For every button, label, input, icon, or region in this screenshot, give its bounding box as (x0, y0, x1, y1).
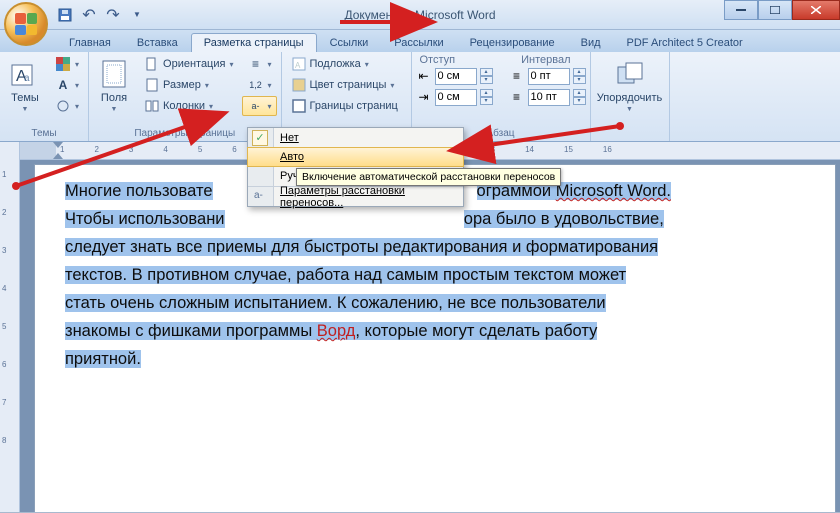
title-bar: ↶ ↷ ▼ Документ1 - Microsoft Word (0, 0, 840, 30)
themes-button[interactable]: Aa Темы ▼ (4, 54, 46, 127)
undo-icon[interactable]: ↶ (80, 6, 98, 24)
tab-view[interactable]: Вид (568, 33, 614, 52)
breaks-icon: ≡ (247, 56, 263, 72)
colors-icon (55, 56, 71, 72)
hyphenation-button[interactable]: a-▾ (242, 96, 276, 116)
themes-icon: Aa (9, 58, 41, 90)
space-after-icon: ≡ (509, 89, 525, 105)
theme-effects-button[interactable]: ▾ (50, 96, 84, 116)
indent-left-icon: ⇤ (416, 68, 432, 84)
redo-icon[interactable]: ↷ (104, 6, 122, 24)
breaks-button[interactable]: ≡▾ (242, 54, 276, 74)
dropdown-item-none[interactable]: ✓ Нет (248, 128, 463, 148)
group-label-arrange (595, 138, 665, 141)
line-numbers-icon: 1,2 (247, 77, 263, 93)
theme-fonts-button[interactable]: A▾ (50, 75, 84, 95)
hyphenation-options-icon: a- (254, 190, 268, 204)
space-after-spinner[interactable]: ≡▴▾ (509, 87, 586, 107)
minimize-button[interactable] (724, 0, 758, 20)
space-before-spinner[interactable]: ≡▴▾ (509, 66, 586, 86)
office-button[interactable] (4, 2, 48, 46)
orientation-icon (144, 56, 160, 72)
qat-dropdown-icon[interactable]: ▼ (128, 6, 146, 24)
spacing-label: Интервал (521, 54, 570, 66)
document-page[interactable]: Многие пользоватеxxxxxxxxxxxxxxxxxxxxxxx… (34, 164, 836, 512)
page-borders-icon (291, 98, 307, 114)
ribbon-tabs: Главная Вставка Разметка страницы Ссылки… (0, 30, 840, 52)
tab-review[interactable]: Рецензирование (457, 33, 568, 52)
indent-left-spinner[interactable]: ⇤▴▾ (416, 66, 493, 86)
tab-insert[interactable]: Вставка (124, 33, 191, 52)
size-button[interactable]: Размер▾ (139, 75, 238, 95)
quick-access-toolbar: ↶ ↷ ▼ (56, 6, 146, 24)
size-icon (144, 77, 160, 93)
line-numbers-button[interactable]: 1,2▾ (242, 75, 276, 95)
watermark-button[interactable]: AПодложка▾ (286, 54, 403, 74)
page-color-button[interactable]: Цвет страницы▾ (286, 75, 403, 95)
tab-pdf[interactable]: PDF Architect 5 Creator (614, 33, 756, 52)
close-button[interactable] (792, 0, 840, 20)
hyphenation-icon: a- (247, 98, 263, 114)
tab-mailings[interactable]: Рассылки (381, 33, 456, 52)
indent-right-icon: ⇥ (416, 89, 432, 105)
tooltip: Включение автоматической расстановки пер… (296, 168, 561, 186)
margins-icon (98, 58, 130, 90)
watermark-icon: A (291, 56, 307, 72)
fonts-icon: A (55, 77, 71, 93)
effects-icon (55, 98, 71, 114)
maximize-button[interactable] (758, 0, 792, 20)
space-before-icon: ≡ (509, 68, 525, 84)
tab-home[interactable]: Главная (56, 33, 124, 52)
group-arrange: Упорядочить ▼ (591, 52, 670, 141)
group-label-themes: Темы (4, 127, 84, 141)
svg-text:A: A (295, 61, 301, 70)
page-borders-button[interactable]: Границы страниц (286, 96, 403, 116)
group-themes: Aa Темы ▼ ▾ A▾ ▾ Темы (0, 52, 89, 141)
dropdown-item-auto[interactable]: Авто (247, 147, 464, 167)
hyphenation-dropdown: ✓ Нет Авто Ручная a- Параметры расстанов… (247, 127, 464, 207)
arrange-button[interactable]: Упорядочить ▼ (595, 54, 665, 138)
page-color-icon (291, 77, 307, 93)
dropdown-item-options[interactable]: a- Параметры расстановки переносов... (248, 186, 463, 206)
vertical-ruler: 12345678 (0, 142, 20, 512)
indent-label: Отступ (420, 54, 456, 66)
orientation-button[interactable]: Ориентация▾ (139, 54, 238, 74)
columns-button[interactable]: Колонки▾ (139, 96, 238, 116)
tab-references[interactable]: Ссылки (317, 33, 382, 52)
tab-page-layout[interactable]: Разметка страницы (191, 33, 317, 52)
indent-right-spinner[interactable]: ⇥▴▾ (416, 87, 493, 107)
columns-icon (144, 98, 160, 114)
margins-button[interactable]: Поля ▼ (93, 54, 135, 127)
arrange-icon (614, 58, 646, 90)
theme-colors-button[interactable]: ▾ (50, 54, 84, 74)
svg-text:a: a (24, 73, 30, 84)
window-controls (724, 0, 840, 22)
save-icon[interactable] (56, 6, 74, 24)
check-icon: ✓ (252, 130, 268, 146)
